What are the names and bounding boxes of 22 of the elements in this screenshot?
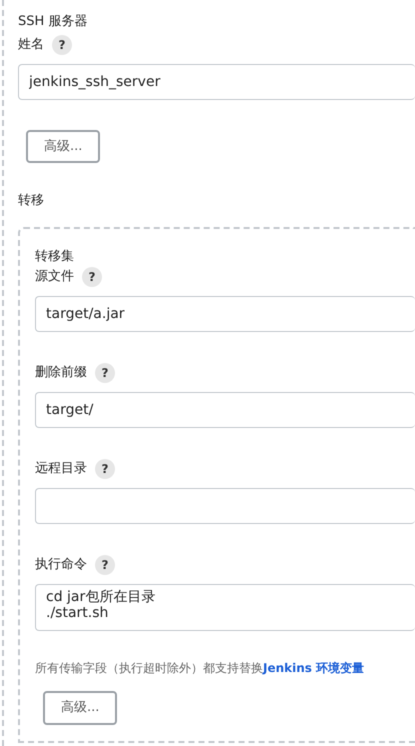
input-field[interactable]: target/a.jar xyxy=(35,296,415,332)
field-label: 源文件 xyxy=(35,268,74,286)
help-icon[interactable]: ? xyxy=(95,555,115,575)
advanced-button[interactable]: 高级... xyxy=(26,130,100,163)
field-label: 远程目录 xyxy=(35,460,87,478)
section-title: SSH 服务器 xyxy=(18,13,88,31)
input-field[interactable]: jenkins_ssh_server xyxy=(18,64,415,100)
hint-text: 所有传输字段（执行超时除外）都支持替换Jenkins 环境变量 xyxy=(35,660,366,677)
field-label: 姓名 xyxy=(18,36,44,54)
section-title: 转移 xyxy=(18,192,45,210)
panel-title: 转移集 xyxy=(35,248,75,266)
field-label: 执行命令 xyxy=(35,556,87,574)
help-icon[interactable]: ? xyxy=(82,267,102,287)
command-textarea[interactable]: cd jar包所在目录 ./start.sh xyxy=(35,584,415,631)
help-icon[interactable]: ? xyxy=(95,363,115,383)
env-variables-link[interactable]: Jenkins 环境变量 xyxy=(263,661,364,675)
advanced-button[interactable]: 高级... xyxy=(43,691,118,724)
help-icon[interactable]: ? xyxy=(52,34,72,54)
input-field[interactable] xyxy=(35,488,415,524)
input-field[interactable]: target/ xyxy=(35,392,415,428)
field-label: 删除前缀 xyxy=(35,364,87,382)
help-icon[interactable]: ? xyxy=(95,459,115,479)
